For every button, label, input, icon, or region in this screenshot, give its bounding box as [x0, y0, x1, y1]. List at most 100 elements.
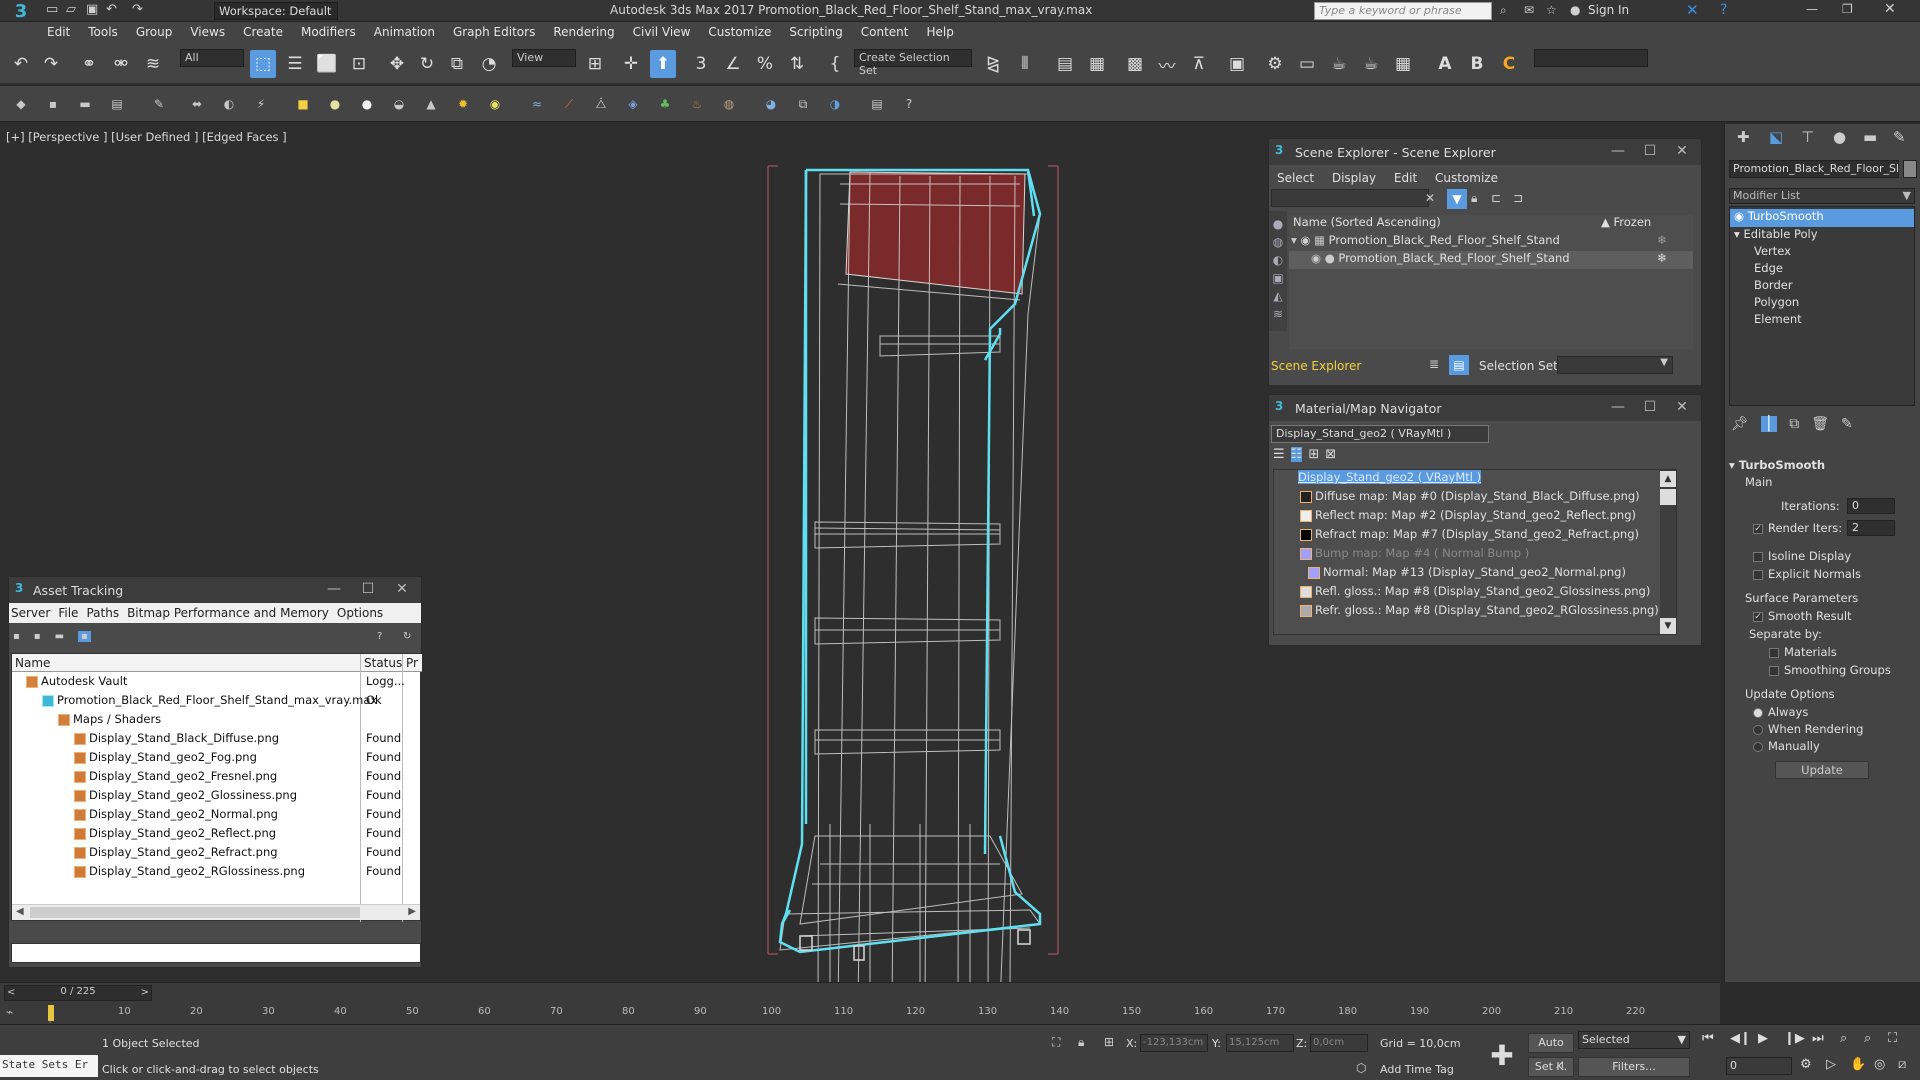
render-iterative-icon[interactable]: ☕	[1358, 50, 1384, 78]
selection-lock-icon[interactable]: 🔒︎	[1078, 1035, 1084, 1050]
menu-views[interactable]: Views	[181, 22, 234, 44]
maximize-icon[interactable]: ☐	[1641, 399, 1659, 417]
motion-tab-icon[interactable]: ●	[1833, 128, 1846, 146]
col-frozen[interactable]: ▲ Frozen	[1601, 215, 1693, 233]
col-status[interactable]: Status	[364, 656, 402, 670]
pan-icon[interactable]: ✋	[1850, 1057, 1866, 1072]
always-radio[interactable]: Always	[1729, 705, 1915, 719]
set-key-icon[interactable]: ✚	[1484, 1037, 1520, 1073]
extra-dropdown[interactable]	[1534, 49, 1648, 67]
remove-modifier-icon[interactable]: 🗑︎	[1811, 416, 1829, 432]
menu-create[interactable]: Create	[234, 22, 292, 44]
y-coordinate-field[interactable]: 15,125cm	[1226, 1034, 1294, 1052]
scroll-left-icon[interactable]: ◀	[16, 906, 24, 917]
rect-selection-icon[interactable]: ⬜	[314, 50, 340, 78]
box-icon[interactable]: ■	[292, 93, 314, 115]
col-pr[interactable]: Pr	[406, 656, 418, 670]
material-map-row[interactable]: Refract map: Map #7 (Display_Stand_geo2_…	[1274, 527, 1676, 545]
tool-icon-6[interactable]: ⬌	[186, 93, 208, 115]
zoom-icon[interactable]: ⌕	[1840, 1031, 1847, 1046]
maximize-viewport-icon[interactable]: ⧄	[1898, 1057, 1906, 1072]
menu-content[interactable]: Content	[852, 22, 918, 44]
maximize-icon[interactable]: ☐	[359, 581, 377, 599]
cone-icon[interactable]: ▲	[420, 93, 442, 115]
menu-rendering[interactable]: Rendering	[544, 22, 623, 44]
minimize-icon[interactable]: —	[325, 581, 343, 599]
utilities-tab-icon[interactable]: ✎	[1893, 128, 1906, 146]
material-scrollbar[interactable]: ▲ ▼	[1660, 470, 1676, 634]
slider-prev-icon[interactable]: <	[7, 987, 15, 998]
asset-tool-icon-1[interactable]: ▪	[13, 631, 20, 642]
asset-row-map[interactable]: Display_Stand_geo2_Glossiness.png	[12, 788, 422, 806]
help-small-icon[interactable]: ?	[898, 93, 920, 115]
asset-row-maps[interactable]: Maps / Shaders	[12, 712, 422, 730]
menu-display[interactable]: Display	[1332, 171, 1376, 185]
render-cloud-icon[interactable]: ▦	[1390, 50, 1416, 78]
communication-icon[interactable]: ✉	[1524, 3, 1534, 17]
menu-edit[interactable]: Edit	[38, 22, 79, 44]
menu-customize[interactable]: Customize	[699, 22, 780, 44]
go-to-end-icon[interactable]: ⏭	[1812, 1031, 1824, 1046]
material-map-row[interactable]: Refr. gloss.: Map #8 (Display_Stand_geo2…	[1274, 603, 1676, 621]
menu-file[interactable]: File	[58, 606, 78, 620]
link-icon[interactable]: ⚭	[76, 50, 102, 78]
asset-refresh-icon[interactable]: ↻	[403, 631, 411, 642]
settings-icon[interactable]: ▤	[866, 93, 888, 115]
stack-element[interactable]: Element	[1730, 312, 1914, 330]
absolute-mode-icon[interactable]: ⊞	[1104, 1035, 1114, 1049]
render-setup-icon[interactable]: ⚙	[1262, 50, 1288, 78]
light-icon[interactable]: ●	[356, 93, 378, 115]
scale-icon[interactable]: ⧉	[444, 50, 470, 78]
asset-row-map[interactable]: Display_Stand_geo2_Reflect.png	[12, 826, 422, 844]
lock-icon[interactable]: 🔒︎	[1471, 191, 1477, 206]
asset-hscrollbar[interactable]: ◀ ▶	[12, 904, 420, 920]
view-large-icons-icon[interactable]: ⊠	[1325, 447, 1336, 462]
selection-filter-dropdown[interactable]: All	[180, 49, 244, 67]
add-time-tag-button[interactable]: Add Time Tag	[1380, 1063, 1454, 1076]
object-name-field[interactable]: Promotion_Black_Red_Floor_Shelf_	[1729, 160, 1899, 178]
asset-row-map[interactable]: Display_Stand_geo2_Normal.png	[12, 807, 422, 825]
workspace-dropdown[interactable]: Workspace: Default	[214, 2, 338, 20]
display-helpers-icon[interactable]: ◭	[1269, 287, 1287, 305]
when-rendering-radio[interactable]: When Rendering	[1729, 722, 1915, 736]
display-tab-icon[interactable]: ▬	[1863, 128, 1877, 146]
stack-edge[interactable]: Edge	[1730, 261, 1914, 279]
menu-scripting[interactable]: Scripting	[780, 22, 851, 44]
move-icon[interactable]: ✥	[384, 50, 410, 78]
camera-icon[interactable]: ◒	[388, 93, 410, 115]
material-map-row[interactable]: Normal: Map #13 (Display_Stand_geo2_Norm…	[1274, 565, 1676, 583]
asset-tool-icon-3[interactable]: ▬	[55, 631, 64, 642]
menu-server[interactable]: Server	[11, 606, 50, 620]
proxy-icon[interactable]: ⟋	[558, 93, 580, 115]
update-button[interactable]: Update	[1775, 761, 1869, 779]
display-lights-icon[interactable]: ◐	[1269, 251, 1287, 269]
layer-explorer-icon[interactable]: ▦	[1084, 50, 1110, 78]
col-name[interactable]: Name	[15, 656, 50, 670]
menu-tools[interactable]: Tools	[79, 22, 127, 44]
freeze-icon[interactable]: ❄	[1657, 251, 1667, 265]
curve-editor-icon[interactable]: 〰	[1154, 50, 1180, 78]
material-name-field[interactable]: Display_Stand_geo2 ( VRayMtl )	[1271, 425, 1489, 443]
tool-icon-1[interactable]: ◆	[10, 93, 32, 115]
clear-icon[interactable]: ✕	[1425, 191, 1435, 205]
modify-tab-icon[interactable]: ⬕	[1769, 128, 1783, 146]
favorites-icon[interactable]: ☆	[1546, 3, 1557, 17]
asset-row-vault[interactable]: Autodesk Vault	[12, 674, 422, 692]
asset-tool-icon-4[interactable]: ▪	[78, 631, 91, 642]
fur-icon[interactable]: ≈	[526, 93, 548, 115]
field-of-view-icon[interactable]: ▷	[1826, 1057, 1836, 1072]
smooth-result-check[interactable]: ✓ Smooth Result	[1729, 609, 1915, 623]
hierarchy-tab-icon[interactable]: ⊤	[1801, 128, 1814, 146]
scroll-up-icon[interactable]: ▲	[1660, 471, 1676, 487]
layers-icon[interactable]: ≣	[1429, 357, 1439, 371]
restore-icon[interactable]: ❐	[1842, 2, 1853, 16]
maxscript-listener[interactable]: State Sets Er	[0, 1055, 98, 1077]
scroll-down-icon[interactable]: ▼	[1660, 618, 1676, 634]
open-file-icon[interactable]: ▱	[66, 2, 76, 17]
materials-check[interactable]: Materials	[1729, 645, 1915, 659]
named-selection-dropdown[interactable]: Create Selection Set	[854, 49, 972, 77]
view-list-icons-icon[interactable]: ☷	[1290, 447, 1303, 462]
render-iters-check[interactable]: ✓ Render Iters:	[1753, 521, 1842, 535]
time-config-icon[interactable]: ⚙	[1800, 1057, 1812, 1072]
new-file-icon[interactable]: ▭	[46, 2, 58, 17]
